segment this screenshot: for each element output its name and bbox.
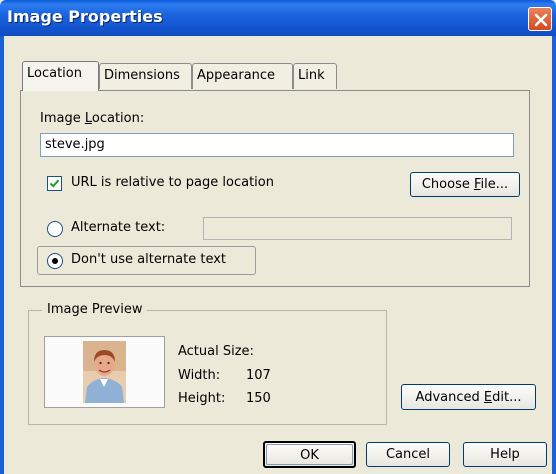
image-location-value: steve.jpg	[45, 137, 105, 152]
tab-link[interactable]: Link	[293, 63, 337, 89]
tab-link-label: Link	[298, 68, 325, 83]
alternate-text-radio[interactable]	[47, 221, 63, 237]
help-button[interactable]: Help	[463, 442, 547, 467]
choose-file-button[interactable]: Choose File...	[410, 172, 520, 197]
width-value: 107	[246, 368, 271, 383]
advanced-edit-label: Advanced Edit...	[415, 390, 522, 405]
help-label: Help	[490, 447, 520, 462]
relative-url-checkbox[interactable]	[47, 176, 62, 191]
image-location-label: Image Location:	[40, 111, 145, 126]
alternate-text-label: Alternate text:	[71, 220, 166, 235]
ok-label: OK	[300, 448, 319, 463]
window-frame-right	[552, 36, 556, 474]
no-alt-text-label: Don't use alternate text	[71, 252, 227, 267]
image-preview-frame	[44, 336, 165, 408]
close-button[interactable]	[528, 7, 552, 31]
window-frame-left	[0, 36, 4, 474]
tab-appearance[interactable]: Appearance	[192, 63, 293, 89]
relative-url-label: URL is relative to page location	[71, 175, 274, 190]
tab-dimensions[interactable]: Dimensions	[99, 63, 192, 89]
window-title: Image Properties	[7, 7, 163, 26]
choose-file-label: Choose File...	[421, 177, 509, 192]
cancel-button[interactable]: Cancel	[366, 442, 450, 467]
tab-dimensions-label: Dimensions	[104, 68, 180, 83]
tab-location[interactable]: Location	[22, 61, 99, 91]
width-label: Width:	[178, 368, 221, 383]
alternate-text-input[interactable]	[203, 217, 512, 240]
actual-size-label: Actual Size:	[178, 344, 254, 359]
title-bar[interactable]: Image Properties	[0, 0, 556, 36]
advanced-edit-button[interactable]: Advanced Edit...	[401, 384, 536, 410]
image-location-input[interactable]: steve.jpg	[40, 133, 514, 157]
height-label: Height:	[178, 391, 226, 406]
height-value: 150	[246, 391, 271, 406]
close-icon	[534, 13, 548, 27]
no-alt-text-radio[interactable]	[47, 253, 63, 269]
ok-button[interactable]: OK	[263, 441, 356, 468]
tab-appearance-label: Appearance	[197, 68, 276, 83]
tab-location-label: Location	[27, 66, 82, 81]
cancel-label: Cancel	[385, 447, 431, 462]
radio-selected-dot	[52, 258, 58, 264]
portrait-thumbnail	[83, 341, 126, 403]
image-preview-title: Image Preview	[42, 302, 148, 317]
checkmark-icon	[49, 179, 60, 188]
